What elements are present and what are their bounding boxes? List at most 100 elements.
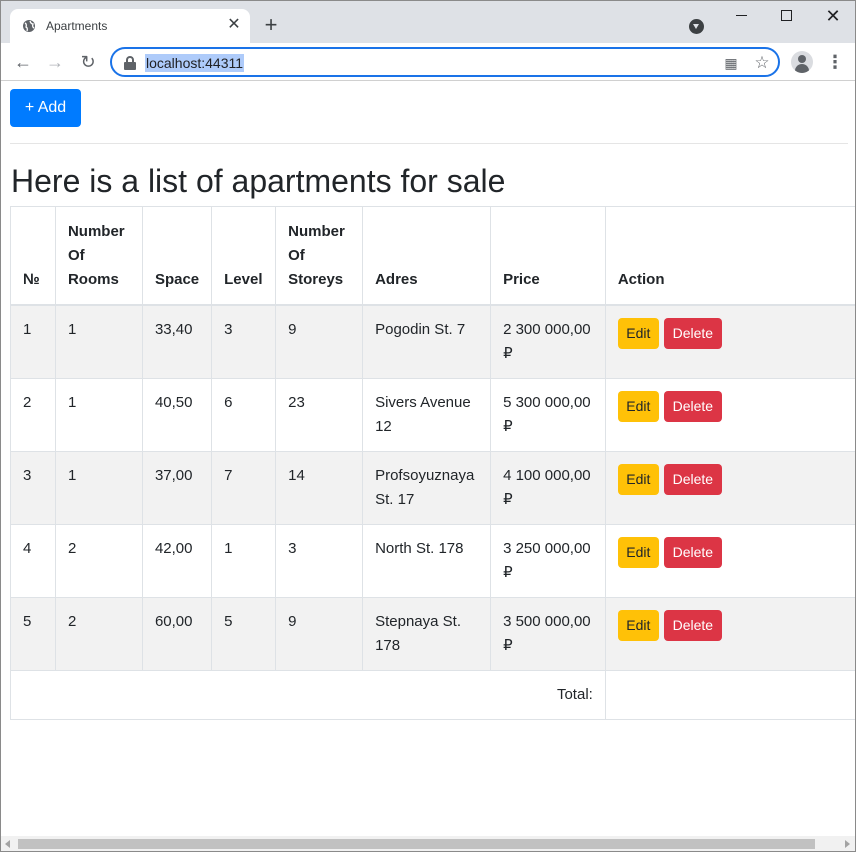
window-close-button[interactable]: ✕ bbox=[810, 1, 855, 31]
cell-storeys: 14 bbox=[275, 450, 364, 525]
cell-space: 60,00 bbox=[141, 596, 213, 671]
edit-button[interactable]: Edit bbox=[617, 317, 659, 349]
forward-arrow-icon[interactable]: → bbox=[43, 51, 67, 73]
cell-rooms: 2 bbox=[54, 596, 143, 671]
delete-button[interactable]: Delete bbox=[663, 536, 722, 568]
cell-level: 7 bbox=[211, 450, 277, 525]
minimize-icon bbox=[736, 15, 747, 16]
header-action: Action bbox=[604, 206, 855, 306]
bookmark-star-icon[interactable]: ☆ bbox=[753, 54, 771, 72]
browser-window: Apartments ✕ + ✕ ← → ↻ localhost:44311 ▦… bbox=[0, 0, 856, 852]
scroll-right-icon[interactable] bbox=[845, 840, 850, 848]
cell-storeys: 9 bbox=[275, 596, 364, 671]
cell-id: 3 bbox=[10, 450, 56, 525]
edit-button[interactable]: Edit bbox=[617, 390, 659, 422]
edit-button[interactable]: Edit bbox=[617, 463, 659, 495]
cell-adres: Sivers Avenue 12 bbox=[362, 377, 492, 452]
table-row: 1 1 33,40 3 9 Pogodin St. 7 2 300 000,00… bbox=[10, 304, 855, 379]
header-level: Level bbox=[211, 206, 277, 306]
address-bar[interactable]: localhost:44311 ▦ ☆ bbox=[110, 47, 780, 77]
table-row: 3 1 37,00 7 14 Profsoyuznaya St. 17 4 10… bbox=[10, 450, 855, 525]
header-rooms: Number Of Rooms bbox=[54, 206, 143, 306]
cell-space: 37,00 bbox=[141, 450, 213, 525]
cell-storeys: 23 bbox=[275, 377, 364, 452]
cell-level: 6 bbox=[211, 377, 277, 452]
cell-actions: Edit Delete bbox=[604, 450, 855, 525]
tab-title: Apartments bbox=[46, 19, 108, 33]
cell-price: 3 500 000,00 ₽ bbox=[490, 596, 606, 671]
cell-level: 5 bbox=[211, 596, 277, 671]
browser-toolbar: ← → ↻ localhost:44311 ▦ ☆ ⋮ bbox=[1, 43, 855, 81]
cell-price: 4 100 000,00 ₽ bbox=[490, 450, 606, 525]
cell-space: 33,40 bbox=[141, 304, 213, 379]
header-price: Price bbox=[490, 206, 606, 306]
title-bar: Apartments ✕ + ✕ bbox=[1, 1, 855, 43]
table-row: 5 2 60,00 5 9 Stepnaya St. 178 3 500 000… bbox=[10, 596, 855, 671]
tab-search-icon[interactable] bbox=[689, 19, 704, 34]
menu-kebab-icon[interactable]: ⋮ bbox=[825, 51, 845, 73]
minimize-button[interactable] bbox=[718, 1, 764, 31]
cell-id: 5 bbox=[10, 596, 56, 671]
cell-space: 40,50 bbox=[141, 377, 213, 452]
page-title: Here is a list of apartments for sale bbox=[11, 163, 506, 199]
scroll-left-icon[interactable] bbox=[5, 840, 10, 848]
maximize-icon bbox=[781, 10, 792, 21]
cell-price: 3 250 000,00 ₽ bbox=[490, 523, 606, 598]
horizontal-scrollbar[interactable] bbox=[1, 836, 855, 851]
cell-storeys: 9 bbox=[275, 304, 364, 379]
delete-button[interactable]: Delete bbox=[663, 463, 722, 495]
cell-level: 1 bbox=[211, 523, 277, 598]
browser-tab[interactable]: Apartments ✕ bbox=[10, 9, 250, 43]
back-arrow-icon[interactable]: ← bbox=[11, 51, 35, 73]
maximize-button[interactable] bbox=[764, 1, 810, 31]
apartments-table: № Number Of Rooms Space Level Number Of … bbox=[10, 206, 855, 720]
page-viewport: + Add Here is a list of apartments for s… bbox=[1, 82, 855, 836]
edit-button[interactable]: Edit bbox=[617, 536, 659, 568]
cell-storeys: 3 bbox=[275, 523, 364, 598]
delete-button[interactable]: Delete bbox=[663, 609, 722, 641]
cell-space: 42,00 bbox=[141, 523, 213, 598]
tab-close-icon[interactable]: ✕ bbox=[224, 15, 244, 35]
header-number: № bbox=[10, 206, 56, 306]
total-value bbox=[604, 669, 855, 720]
cell-adres: Pogodin St. 7 bbox=[362, 304, 492, 379]
header-adres: Adres bbox=[362, 206, 492, 306]
cell-rooms: 2 bbox=[54, 523, 143, 598]
delete-button[interactable]: Delete bbox=[663, 317, 722, 349]
cell-adres: Profsoyuznaya St. 17 bbox=[362, 450, 492, 525]
cell-rooms: 1 bbox=[54, 377, 143, 452]
cell-actions: Edit Delete bbox=[604, 377, 855, 452]
divider bbox=[10, 143, 848, 144]
globe-icon bbox=[23, 20, 35, 32]
table-row: 2 1 40,50 6 23 Sivers Avenue 12 5 300 00… bbox=[10, 377, 855, 452]
lock-icon[interactable] bbox=[124, 56, 136, 70]
cell-adres: North St. 178 bbox=[362, 523, 492, 598]
profile-avatar-icon[interactable] bbox=[791, 51, 813, 73]
url-text[interactable]: localhost:44311 bbox=[145, 54, 245, 72]
cell-level: 3 bbox=[211, 304, 277, 379]
cell-adres: Stepnaya St. 178 bbox=[362, 596, 492, 671]
reload-icon[interactable]: ↻ bbox=[76, 51, 100, 73]
cell-actions: Edit Delete bbox=[604, 304, 855, 379]
add-apartment-button[interactable]: + Add bbox=[10, 89, 81, 127]
scrollbar-thumb[interactable] bbox=[18, 839, 815, 849]
cell-price: 5 300 000,00 ₽ bbox=[490, 377, 606, 452]
cell-id: 1 bbox=[10, 304, 56, 379]
total-label: Total: bbox=[10, 669, 606, 720]
header-storeys: Number Of Storeys bbox=[275, 206, 364, 306]
table-row: 4 2 42,00 1 3 North St. 178 3 250 000,00… bbox=[10, 523, 855, 598]
new-tab-button[interactable]: + bbox=[260, 14, 282, 36]
cell-rooms: 1 bbox=[54, 304, 143, 379]
cell-id: 4 bbox=[10, 523, 56, 598]
table-footer-row: Total: bbox=[10, 669, 855, 720]
delete-button[interactable]: Delete bbox=[663, 390, 722, 422]
cell-id: 2 bbox=[10, 377, 56, 452]
cell-rooms: 1 bbox=[54, 450, 143, 525]
header-space: Space bbox=[141, 206, 213, 306]
table-header-row: № Number Of Rooms Space Level Number Of … bbox=[10, 206, 855, 306]
cell-price: 2 300 000,00 ₽ bbox=[490, 304, 606, 379]
qr-code-icon[interactable]: ▦ bbox=[722, 54, 740, 72]
cell-actions: Edit Delete bbox=[604, 596, 855, 671]
cell-actions: Edit Delete bbox=[604, 523, 855, 598]
edit-button[interactable]: Edit bbox=[617, 609, 659, 641]
